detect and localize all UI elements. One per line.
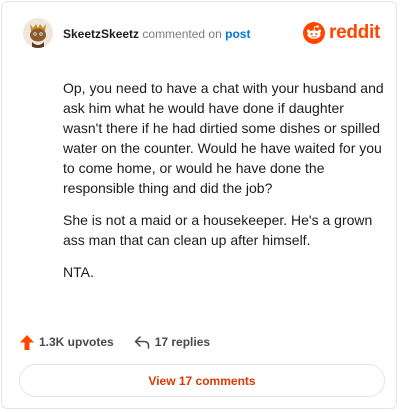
comment-paragraph: She is not a maid or a housekeeper. He's…: [63, 212, 373, 248]
comment-paragraph: Op, you need to have a chat with your hu…: [63, 80, 384, 196]
comment-body: Op, you need to have a chat with your hu…: [63, 78, 385, 294]
reply-arrow-icon: [134, 335, 149, 349]
upvote-stat[interactable]: 1.3K upvotes: [20, 334, 114, 350]
reddit-brand[interactable]: reddit: [303, 20, 380, 46]
avatar[interactable]: [23, 18, 53, 48]
comment-stats: 1.3K upvotes 17 replies: [20, 333, 210, 351]
comment-header: SkeetzSkeetz commented on post reddit: [23, 18, 380, 54]
reply-stat[interactable]: 17 replies: [134, 335, 210, 349]
view-comments-button[interactable]: View 17 comments: [19, 364, 385, 397]
post-link[interactable]: post: [225, 27, 250, 41]
byline: SkeetzSkeetz commented on post: [63, 27, 250, 41]
upvote-arrow-icon: [20, 334, 34, 350]
reddit-logo-icon: [303, 22, 326, 44]
action-text: commented on: [142, 27, 222, 41]
comment-paragraph: NTA.: [63, 264, 94, 280]
comment-card: SkeetzSkeetz commented on post reddit Op…: [1, 1, 397, 409]
reply-count: 17 replies: [154, 335, 211, 349]
upvote-count: 1.3K upvotes: [39, 335, 114, 349]
snoo-avatar-icon: [23, 18, 53, 48]
reddit-wordmark: reddit: [329, 22, 380, 43]
username-link[interactable]: SkeetzSkeetz: [63, 27, 139, 41]
